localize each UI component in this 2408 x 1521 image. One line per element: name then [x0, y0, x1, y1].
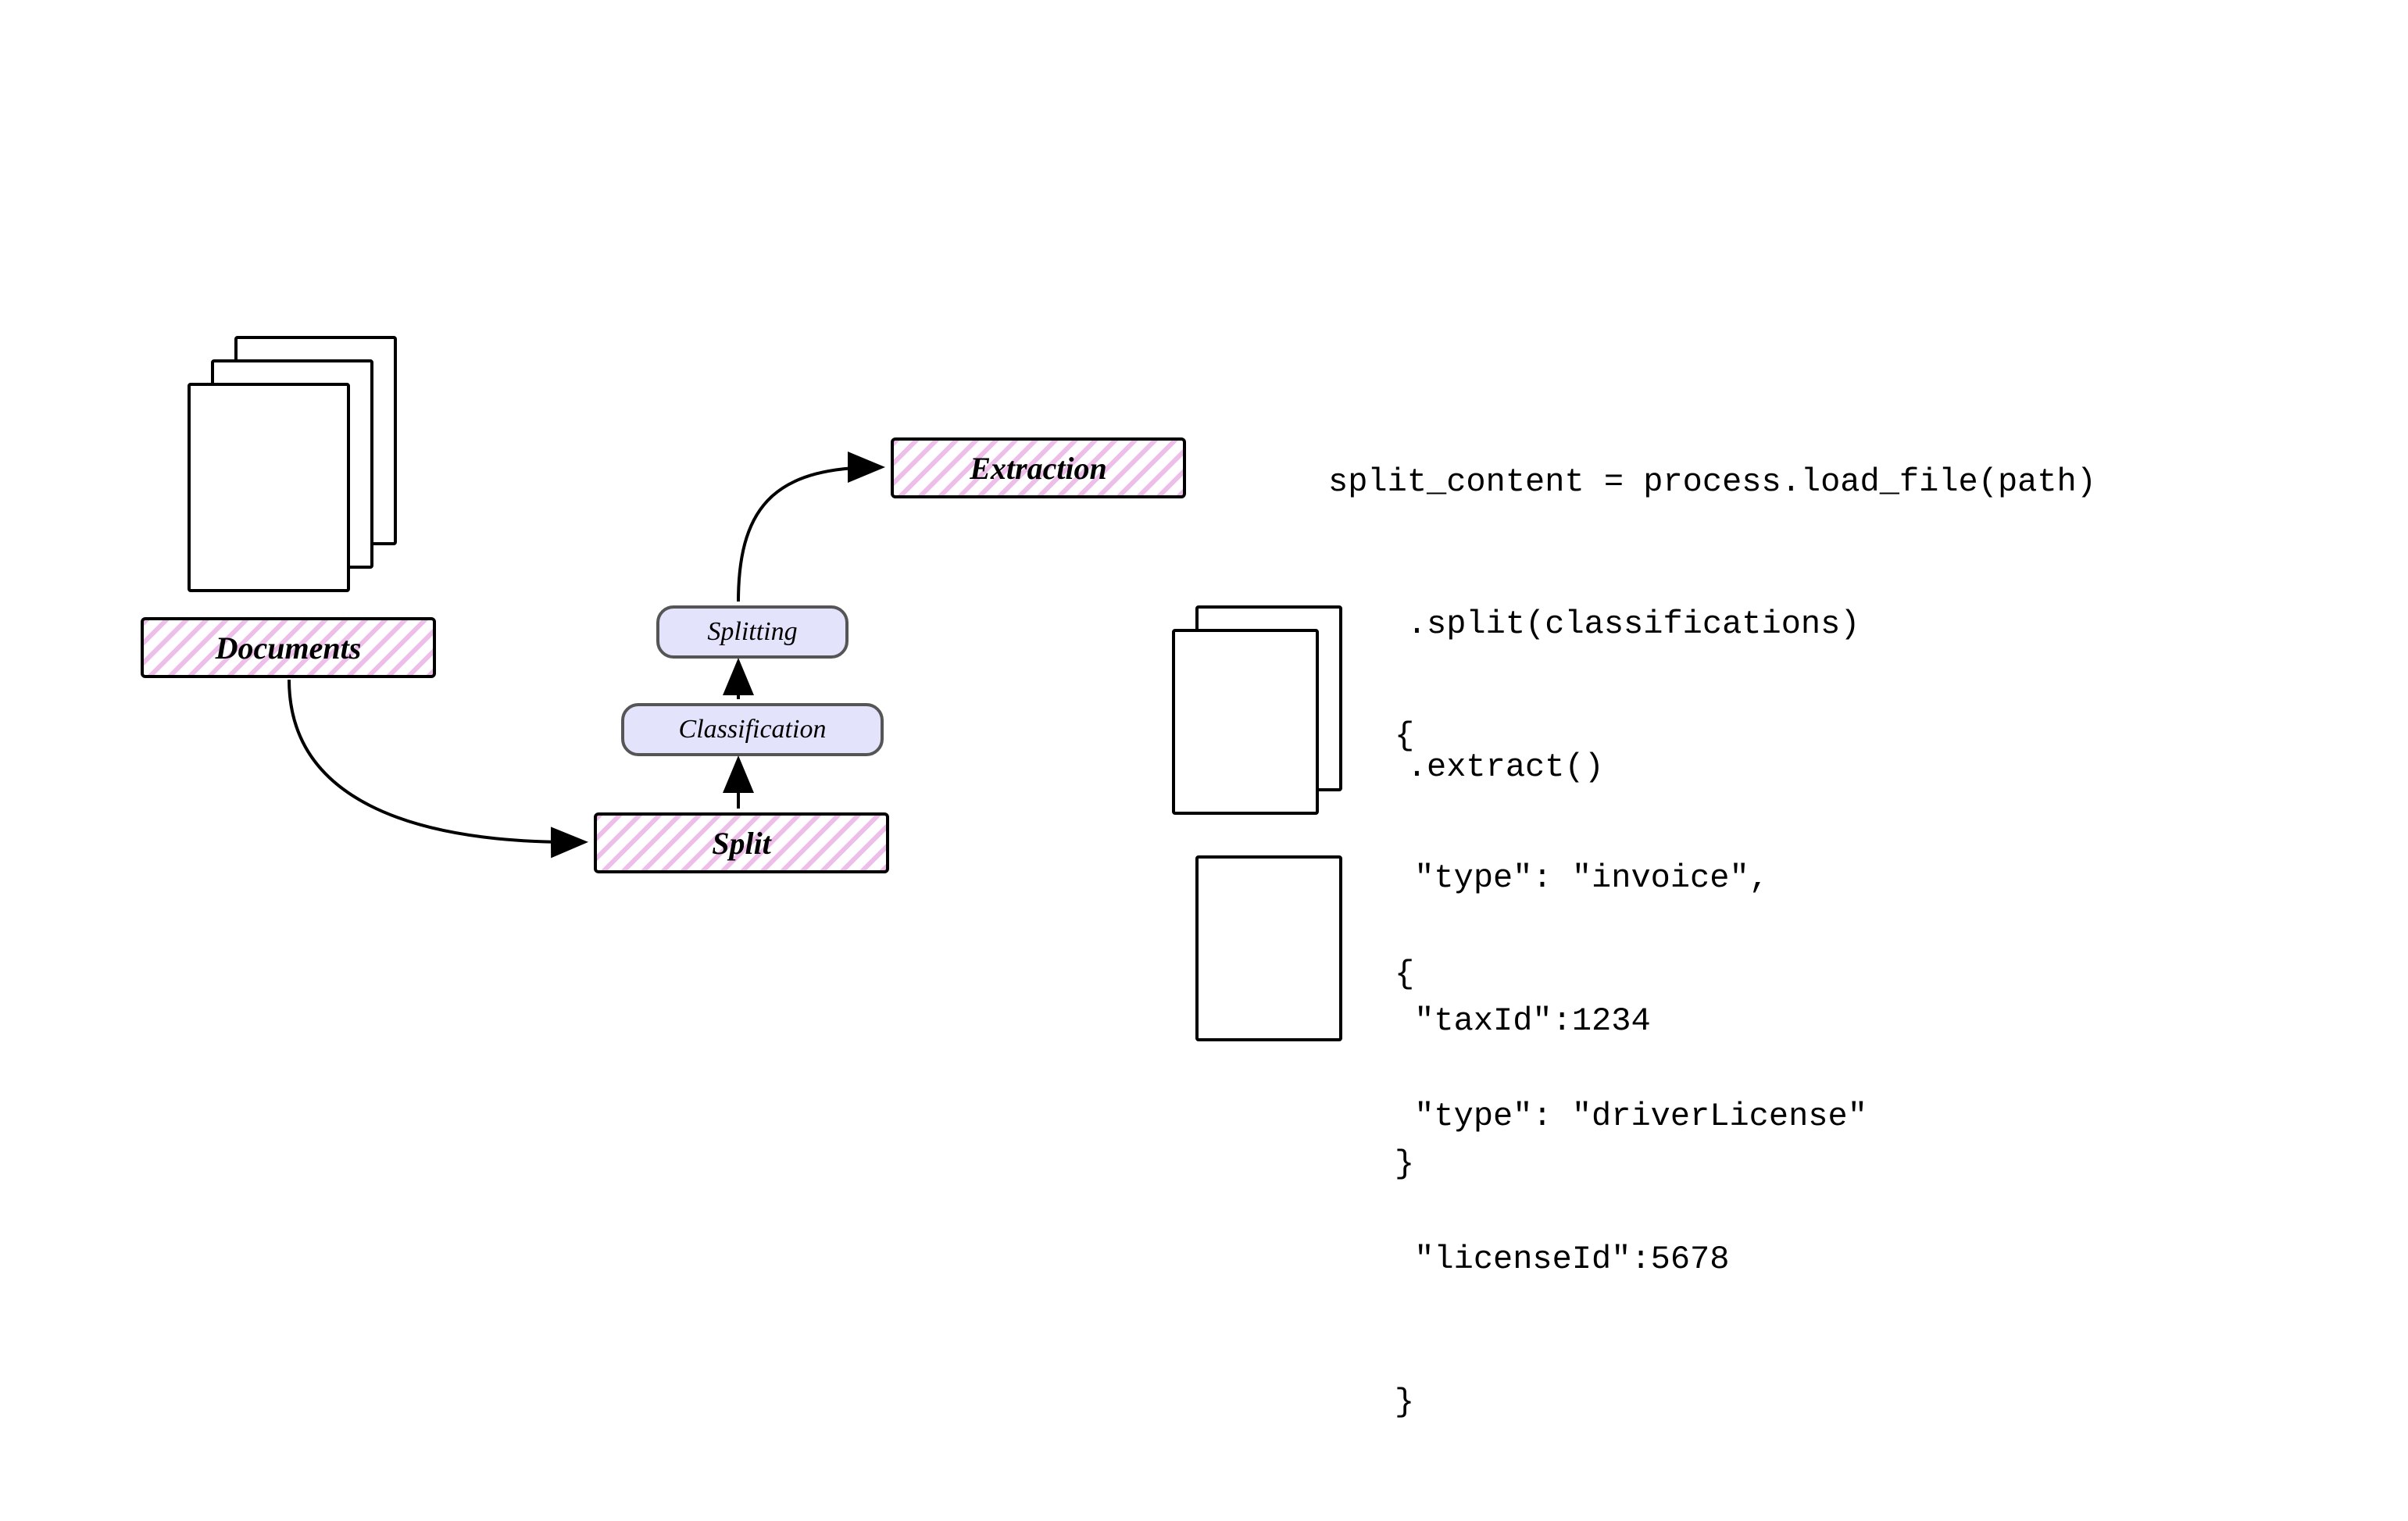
classification-label: Classification: [679, 715, 827, 744]
json2-l1: {: [1395, 951, 1867, 998]
diagram-canvas: Documents Split Classification Splitting…: [0, 0, 2408, 1130]
arrow-splitting-to-extraction: [738, 467, 879, 602]
splitting-label: Splitting: [707, 617, 797, 647]
classification-node: Classification: [621, 703, 884, 756]
documents-box: Documents: [141, 617, 436, 678]
code-line-1: split_content = process.load_file(path): [1328, 459, 2096, 506]
json2-l4: }: [1395, 1379, 1867, 1426]
arrow-documents-to-split: [289, 680, 582, 842]
split-label: Split: [712, 825, 771, 862]
extraction-box: Extraction: [891, 437, 1186, 498]
json2-l2: "type": "driverLicense": [1395, 1093, 1867, 1141]
json1-l1: {: [1395, 712, 1769, 760]
split-box: Split: [594, 812, 889, 873]
splitting-node: Splitting: [656, 605, 849, 659]
json2-l3: "licenseId":5678: [1395, 1236, 1867, 1284]
documents-label: Documents: [216, 630, 362, 666]
extraction-label: Extraction: [970, 450, 1107, 487]
json-output-2: { "type": "driverLicense" "licenseId":56…: [1395, 855, 1867, 1521]
